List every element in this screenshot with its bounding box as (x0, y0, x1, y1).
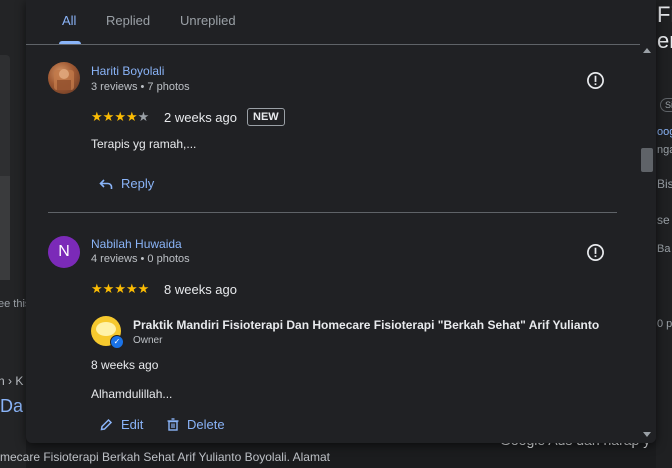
edit-reply-button[interactable]: Edit (100, 417, 143, 432)
owner-logo: ✓ (91, 316, 124, 349)
reply-icon (99, 178, 113, 189)
bg-right-text-2: Bis (657, 177, 672, 191)
avatar[interactable] (48, 62, 80, 94)
reviewer-meta: 3 reviews • 7 photos (91, 81, 190, 93)
reviews-dialog: All Replied Unreplied Hariti Boyolali 3 … (26, 0, 656, 443)
owner-name: Praktik Mandiri Fisioterapi Dan Homecare… (133, 318, 600, 332)
star-icon: ★ (125, 109, 138, 124)
tab-unreplied[interactable]: Unreplied (180, 13, 236, 28)
bg-right-text-1: nga (657, 144, 672, 156)
star-icon: ★ (137, 281, 150, 296)
avatar-photo-icon (54, 69, 74, 90)
owner-reply-date: 8 weeks ago (91, 358, 159, 372)
tab-replied[interactable]: Replied (106, 13, 150, 28)
scrollbar-thumb[interactable] (641, 148, 653, 172)
bg-right-panel (656, 0, 672, 468)
new-badge: NEW (247, 108, 285, 126)
bg-right-title-2: en (657, 28, 672, 53)
owner-role: Owner (133, 335, 163, 346)
owner-reply-text: Alhamdulillah... (91, 387, 173, 401)
reviewer-meta: 4 reviews • 0 photos (91, 253, 190, 265)
scrollbar-track[interactable] (640, 44, 656, 443)
star-icon: ★ (102, 281, 115, 296)
tab-all[interactable]: All (62, 13, 76, 28)
review-text: Terapis yg ramah,... (91, 137, 197, 151)
bg-right-link: oog (657, 126, 672, 138)
star-empty-icon: ★ (137, 109, 150, 124)
reviewer-name[interactable]: Nabilah Huwaida (91, 237, 182, 251)
bg-right-text-4: Ba (657, 243, 671, 255)
active-tab-indicator (59, 41, 81, 44)
review-divider (48, 212, 617, 213)
report-icon[interactable] (586, 243, 605, 262)
reviewer-name[interactable]: Hariti Boyolali (91, 64, 164, 78)
edit-label: Edit (121, 417, 144, 432)
bg-right-chip: Si (660, 98, 672, 112)
review-filter-tabs: All Replied Unreplied (26, 0, 656, 45)
review-date: 2 weeks ago (164, 110, 237, 125)
scroll-down-icon[interactable] (643, 432, 651, 437)
reply-label: Reply (121, 176, 155, 191)
star-rating: ★★★★★ (91, 281, 149, 297)
bg-left-card-image (0, 176, 10, 280)
review-date: 8 weeks ago (164, 282, 237, 297)
bg-right-text-3: se (657, 213, 670, 227)
star-icon: ★ (114, 281, 126, 296)
star-icon: ★ (114, 109, 126, 124)
delete-reply-button[interactable]: Delete (167, 417, 225, 432)
bg-bottom-text: mecare Fisioterapi Berkah Sehat Arif Yul… (0, 450, 330, 464)
bg-right-title-1: Fisi (657, 2, 672, 27)
verified-check-icon: ✓ (110, 335, 124, 349)
scroll-up-icon[interactable] (643, 48, 651, 53)
star-icon: ★ (91, 109, 103, 124)
avatar[interactable]: N (48, 236, 80, 268)
bg-heading: Da (0, 396, 24, 416)
delete-label: Delete (187, 417, 225, 432)
star-icon: ★ (125, 281, 138, 296)
reply-button[interactable]: Reply (99, 176, 154, 191)
star-rating: ★★★★★ (91, 109, 149, 125)
bg-breadcrumb: n › K (0, 374, 24, 388)
star-icon: ★ (91, 281, 103, 296)
trash-icon (167, 418, 179, 431)
owner-logo-center (96, 322, 116, 336)
pencil-icon (100, 418, 113, 431)
bg-right-text-5: 0 pr (657, 318, 672, 330)
star-icon: ★ (102, 109, 115, 124)
report-icon[interactable] (586, 71, 605, 90)
